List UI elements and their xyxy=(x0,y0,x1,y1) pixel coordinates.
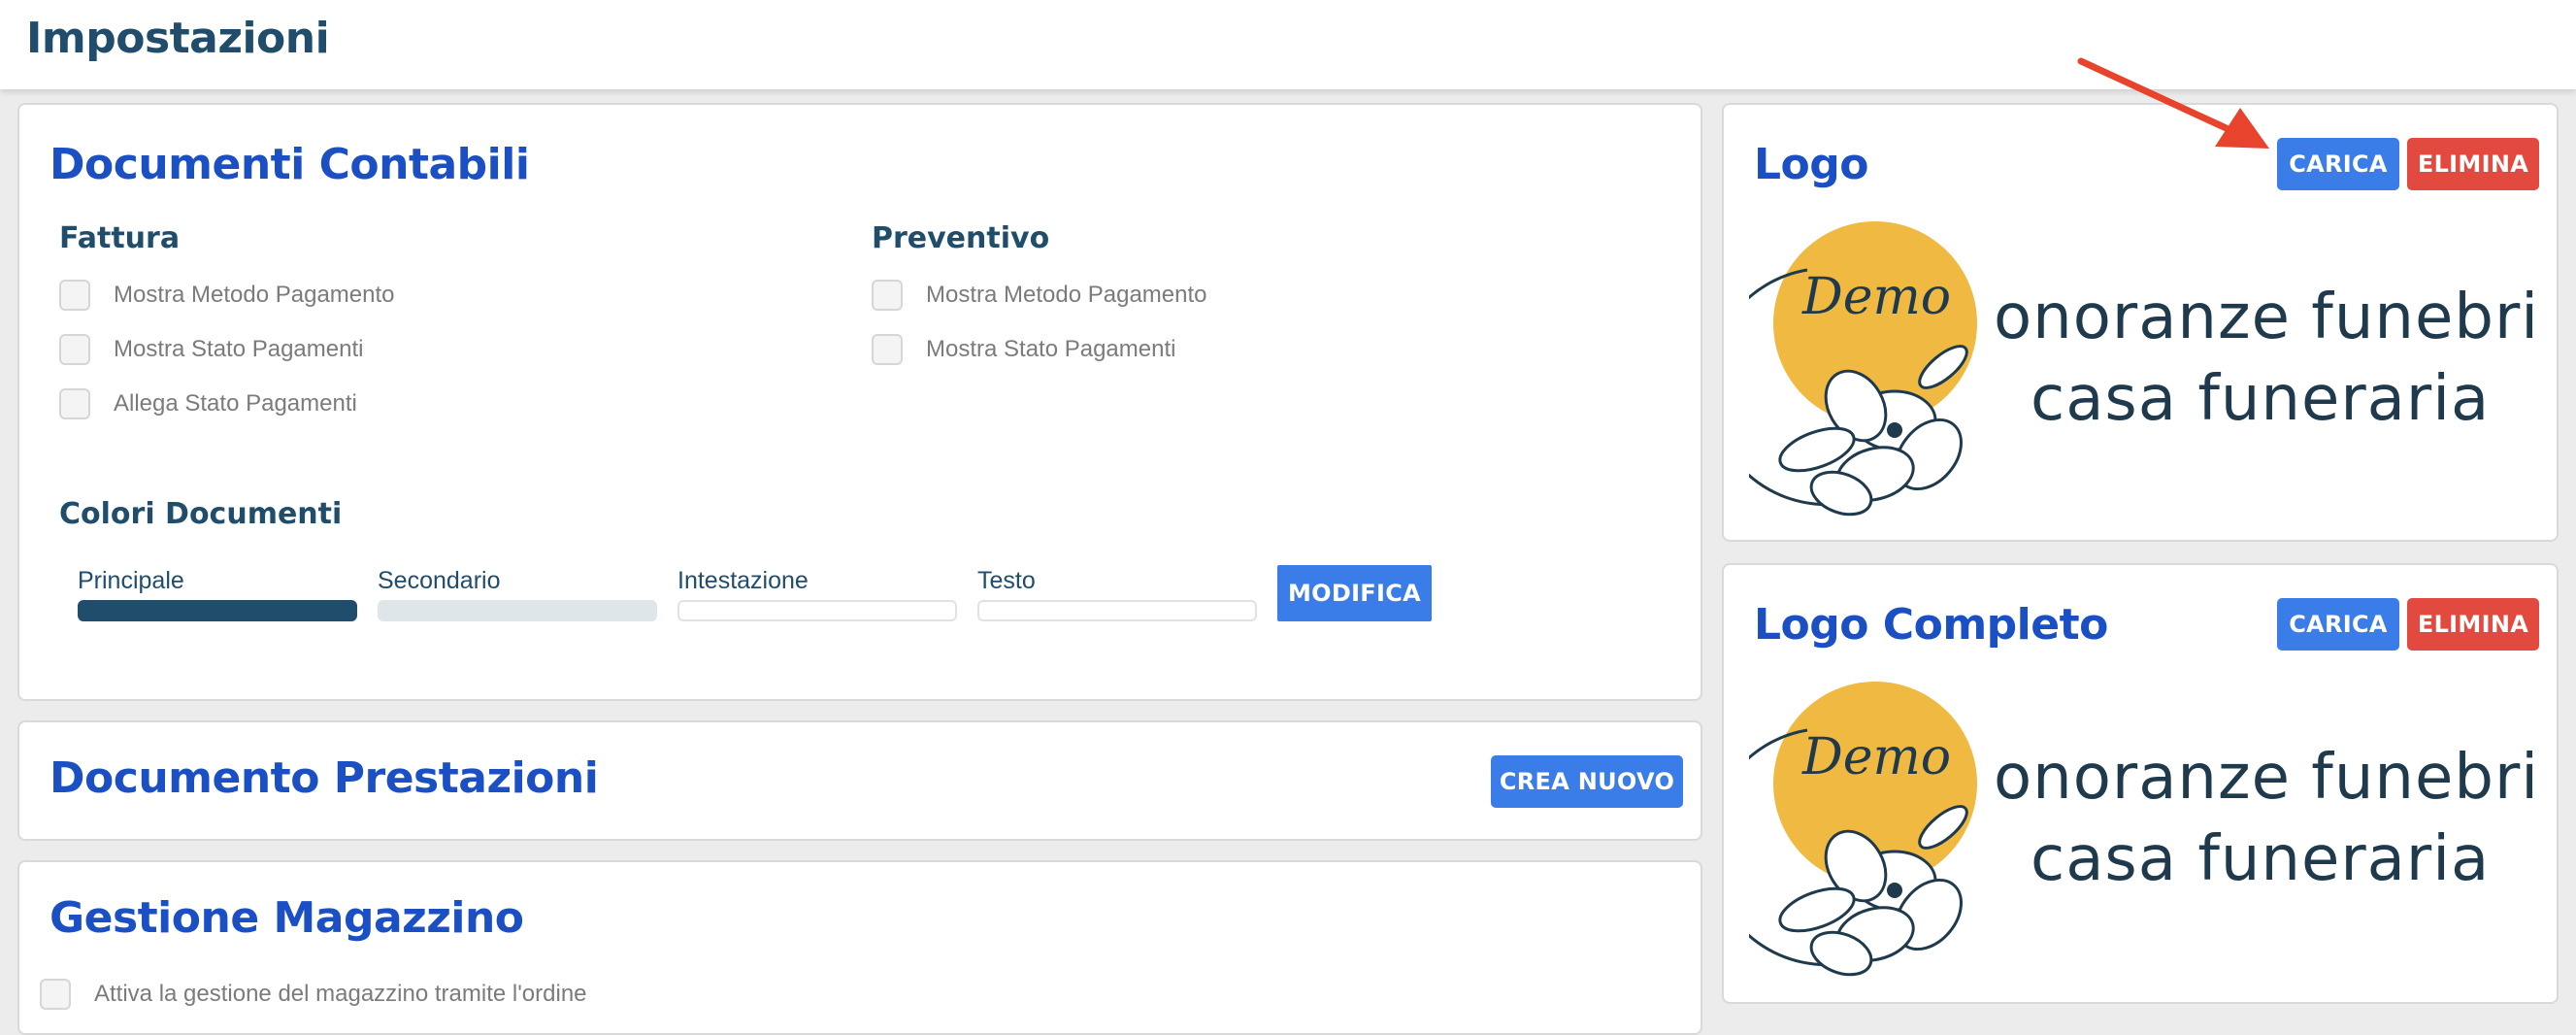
color-swatch-principale[interactable] xyxy=(78,600,357,621)
color-label-principale: Principale xyxy=(78,567,184,594)
documenti-contabili-card: Documenti Contabili Fattura Mostra Metod… xyxy=(17,103,1702,701)
color-label-testo: Testo xyxy=(977,567,1036,594)
fattura-option-metodo-pagamento[interactable]: Mostra Metodo Pagamento xyxy=(59,276,395,315)
elimina-logo-button[interactable]: ELIMINA xyxy=(2407,138,2539,190)
option-label: Attiva la gestione del magazzino tramite… xyxy=(94,981,587,1007)
elimina-logo-completo-button[interactable]: ELIMINA xyxy=(2407,598,2539,651)
color-swatch-secondario[interactable] xyxy=(378,600,657,621)
logo-completo-card: Logo Completo CARICA ELIMINA Demo onoran… xyxy=(1722,563,2559,1004)
checkbox[interactable] xyxy=(59,280,90,311)
logo-text-line1: onoranze funebri xyxy=(1994,742,2540,814)
gestione-magazzino-card: Gestione Magazzino Attiva la gestione de… xyxy=(17,860,1702,1035)
carica-logo-completo-button[interactable]: CARICA xyxy=(2277,598,2399,651)
fattura-option-allega-stato-pagamenti[interactable]: Allega Stato Pagamenti xyxy=(59,384,357,423)
preventivo-option-metodo-pagamento[interactable]: Mostra Metodo Pagamento xyxy=(872,276,1207,315)
crea-nuovo-button[interactable]: CREA NUOVO xyxy=(1491,755,1683,808)
svg-text:Demo: Demo xyxy=(1801,728,1951,786)
checkbox[interactable] xyxy=(59,334,90,365)
logo-card: Logo CARICA ELIMINA Demo onoranze funebr… xyxy=(1722,103,2559,542)
gestione-magazzino-title: Gestione Magazzino xyxy=(50,893,524,943)
color-label-intestazione: Intestazione xyxy=(677,567,809,594)
checkbox[interactable] xyxy=(872,280,903,311)
color-label-secondario: Secondario xyxy=(378,567,501,594)
option-label: Mostra Stato Pagamenti xyxy=(926,336,1176,362)
option-label: Allega Stato Pagamenti xyxy=(114,390,357,417)
checkbox[interactable] xyxy=(59,388,90,419)
fattura-option-stato-pagamenti[interactable]: Mostra Stato Pagamenti xyxy=(59,330,363,369)
fattura-heading: Fattura xyxy=(59,221,181,255)
color-swatch-intestazione[interactable] xyxy=(677,600,957,621)
page-title: Impostazioni xyxy=(26,14,330,63)
logo-title: Logo xyxy=(1754,140,1869,189)
logo-image: Demo onoranze funebri casa funeraria xyxy=(1749,212,2545,522)
color-swatch-testo[interactable] xyxy=(977,600,1257,621)
carica-logo-button[interactable]: CARICA xyxy=(2277,138,2399,190)
checkbox[interactable] xyxy=(40,979,71,1010)
logo-completo-image: Demo onoranze funebri casa funeraria xyxy=(1749,672,2545,983)
documento-prestazioni-card: Documento Prestazioni CREA NUOVO xyxy=(17,720,1702,841)
svg-text:Demo: Demo xyxy=(1801,268,1951,326)
annotation-arrow-icon xyxy=(2077,57,2269,149)
modifica-colors-button[interactable]: MODIFICA xyxy=(1277,565,1432,621)
logo-text-line2: casa funeraria xyxy=(2031,823,2491,895)
magazzino-option[interactable]: Attiva la gestione del magazzino tramite… xyxy=(40,975,587,1014)
option-label: Mostra Stato Pagamenti xyxy=(114,336,364,362)
option-label: Mostra Metodo Pagamento xyxy=(114,282,395,308)
colori-documenti-heading: Colori Documenti xyxy=(59,497,343,531)
preventivo-heading: Preventivo xyxy=(872,221,1050,255)
logo-completo-title: Logo Completo xyxy=(1754,600,2108,650)
floral-emblem-icon: Demo xyxy=(1749,682,1977,977)
logo-text-line1: onoranze funebri xyxy=(1994,282,2540,353)
preventivo-option-stato-pagamenti[interactable]: Mostra Stato Pagamenti xyxy=(872,330,1175,369)
checkbox[interactable] xyxy=(872,334,903,365)
logo-text-line2: casa funeraria xyxy=(2031,363,2491,435)
documento-prestazioni-title: Documento Prestazioni xyxy=(50,753,599,803)
documenti-contabili-title: Documenti Contabili xyxy=(50,140,530,189)
option-label: Mostra Metodo Pagamento xyxy=(926,282,1207,308)
floral-emblem-icon: Demo xyxy=(1749,221,1977,517)
